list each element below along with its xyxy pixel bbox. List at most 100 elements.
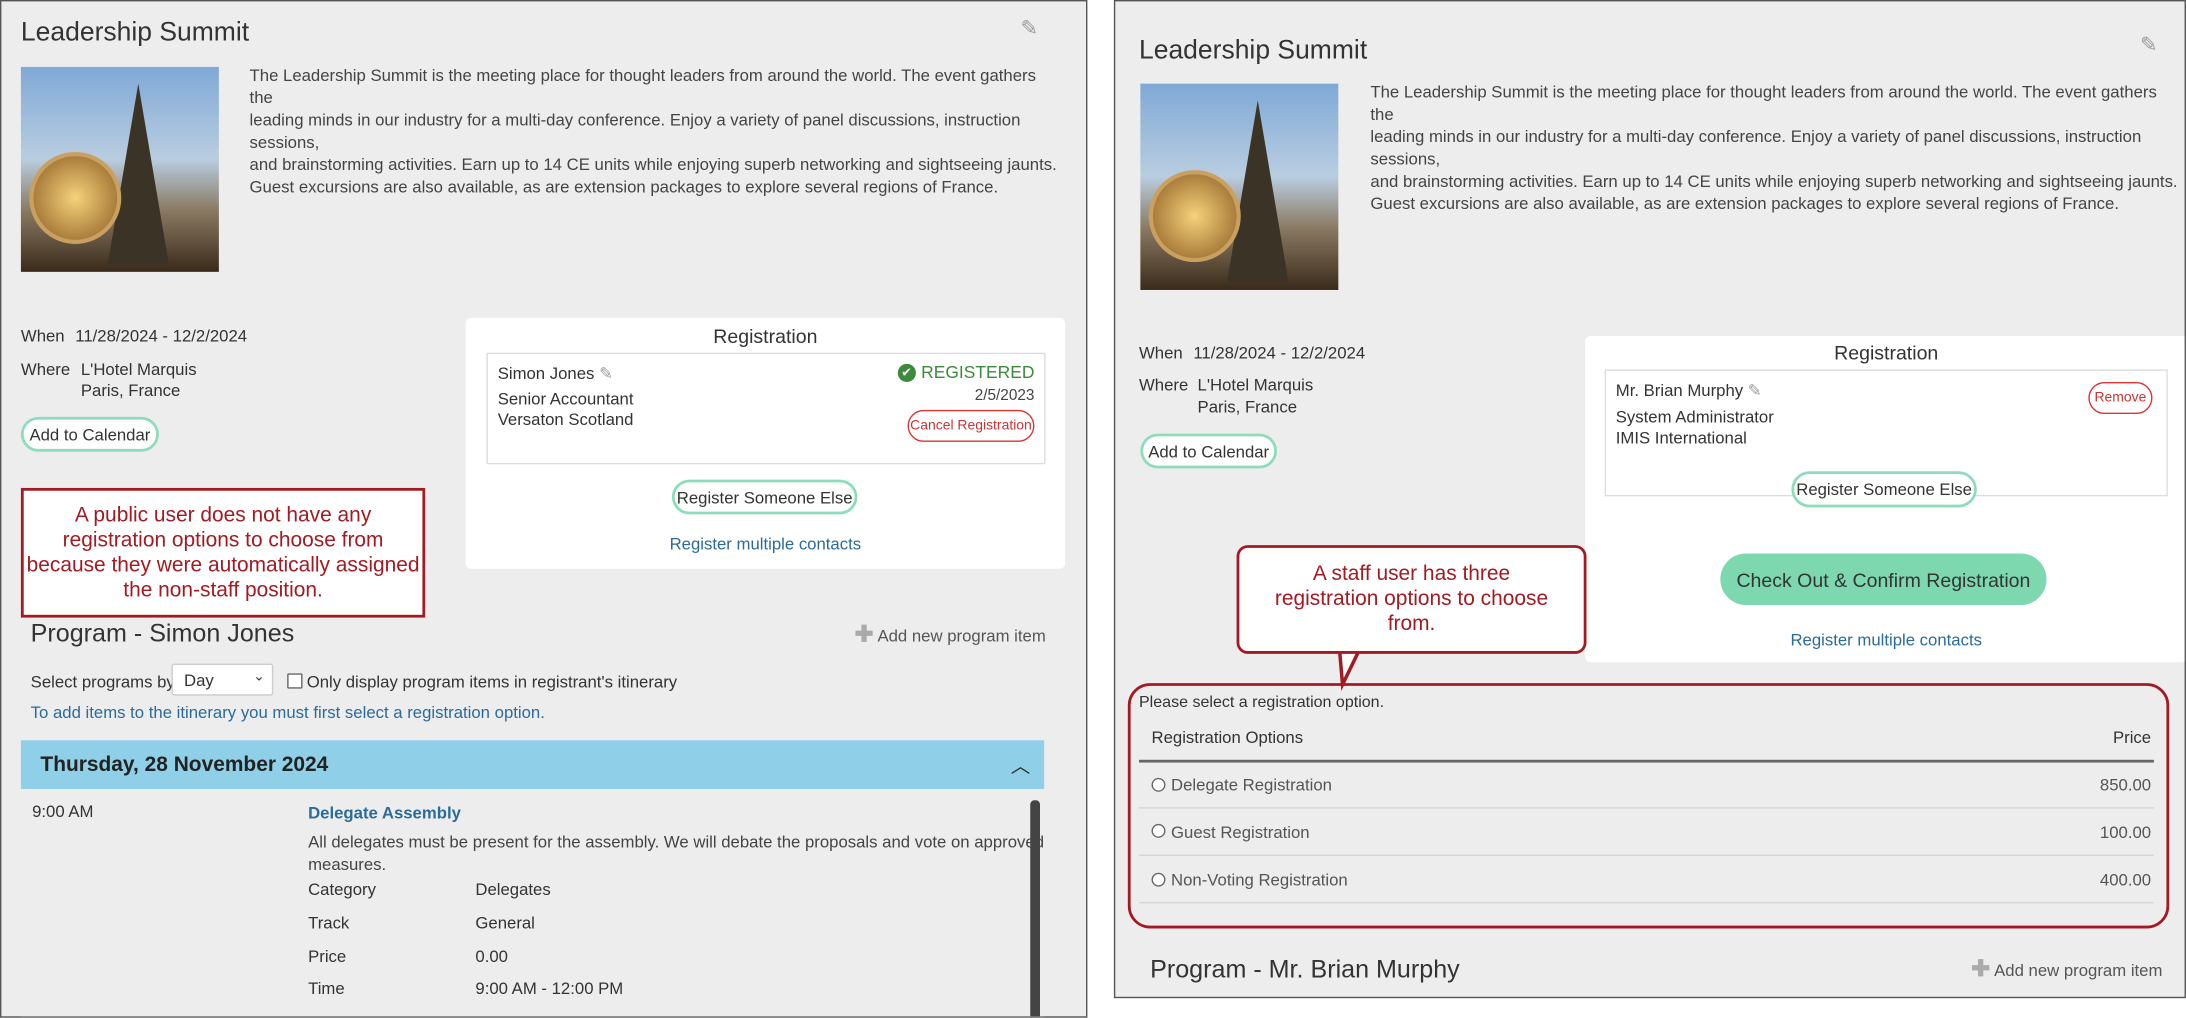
- row-divider: [1138, 807, 2154, 809]
- day-header[interactable]: Thursday, 28 November 2024 ︿: [20, 740, 1045, 790]
- header-divider: [1138, 759, 2154, 763]
- where-label: Where: [1138, 375, 1189, 395]
- add-to-calendar-button[interactable]: Add to Calendar: [20, 416, 159, 452]
- when-value: 11/28/2024 - 12/2/2024: [1193, 342, 1366, 363]
- when-label: When: [20, 326, 65, 346]
- option-price: 100.00: [2099, 822, 2152, 843]
- staff-user-panel: Leadership Summit ✎ The Leadership Summi…: [1113, 0, 2186, 999]
- field-label: Price: [308, 946, 347, 967]
- event-image: [20, 66, 219, 272]
- registrant-job-title: System Administrator: [1615, 407, 1774, 427]
- day-header-label: Thursday, 28 November 2024: [40, 752, 329, 777]
- description-line: Guest excursions are also available, as …: [1370, 193, 2119, 214]
- event-description: The Leadership Summit is the meeting pla…: [1370, 81, 2179, 215]
- registrant-box: Simon Jones ✎ Senior Accountant Versaton…: [486, 352, 1046, 465]
- where-venue: L'Hotel Marquis: [80, 359, 197, 380]
- add-to-calendar-button[interactable]: Add to Calendar: [1140, 433, 1277, 469]
- registrant-name: Simon Jones: [497, 363, 595, 384]
- registrant-organization: Versaton Scotland: [497, 409, 634, 430]
- register-someone-else-button[interactable]: Register Someone Else: [1791, 471, 1977, 508]
- register-multiple-contacts-link[interactable]: Register multiple contacts: [466, 534, 1065, 554]
- add-program-item-label: Add new program item: [877, 625, 1046, 646]
- cancel-registration-button[interactable]: Cancel Registration: [907, 409, 1035, 442]
- edit-pencil-icon[interactable]: ✎: [1020, 15, 1038, 41]
- where-label: Where: [20, 359, 71, 380]
- option-price: 400.00: [2099, 869, 2152, 890]
- select-programs-label: Select programs by: [30, 671, 175, 692]
- when-label: When: [1138, 342, 1183, 363]
- field-value: General: [475, 913, 535, 933]
- plus-icon: ✚: [854, 623, 874, 647]
- registrant-job-title: Senior Accountant: [497, 388, 634, 409]
- description-line: and brainstorming activities. Earn up to…: [249, 154, 1057, 175]
- option-radio[interactable]: [1151, 777, 1166, 792]
- registration-options-highlight: [1127, 683, 2170, 929]
- program-item-list: 9:00 AM Delegate Assembly All delegates …: [20, 789, 1045, 1017]
- field-value: 0.00: [475, 946, 508, 967]
- description-line: leading minds in our industry for a mult…: [249, 110, 1021, 152]
- description-line: All delegates must be present for the as…: [308, 832, 1045, 852]
- registered-status: REGISTERED: [921, 362, 1035, 382]
- event-title: Leadership Summit: [20, 18, 250, 48]
- field-value: Delegates: [475, 879, 551, 900]
- plus-icon: ✚: [1971, 957, 1990, 982]
- description-line: The Leadership Summit is the meeting pla…: [1370, 82, 2157, 125]
- program-item-time: 9:00 AM: [32, 801, 94, 822]
- add-new-program-item-button[interactable]: ✚ Add new program item: [1971, 955, 2162, 983]
- register-multiple-contacts-link[interactable]: Register multiple contacts: [1585, 630, 2184, 650]
- remove-registrant-button[interactable]: Remove: [2088, 381, 2153, 415]
- itinerary-only-label: Only display program items in registrant…: [306, 671, 678, 692]
- registrant-organization: IMIS International: [1615, 427, 1747, 448]
- registration-date: 2/5/2023: [974, 387, 1035, 405]
- event-description: The Leadership Summit is the meeting pla…: [250, 64, 1059, 198]
- select-registration-prompt: Please select a registration option.: [1138, 694, 1385, 711]
- when-value: 11/28/2024 - 12/2/2024: [75, 326, 248, 346]
- select-programs-dropdown[interactable]: Day ⌄: [171, 663, 274, 696]
- annotation-callout: A staff user has three registration opti…: [1236, 545, 1587, 654]
- registration-title: Registration: [713, 324, 818, 348]
- annotation-callout: A public user does not have any registra…: [20, 487, 426, 618]
- registration-title: Registration: [1834, 341, 1939, 364]
- price-header: Price: [2112, 727, 2152, 748]
- event-image: [1140, 83, 1339, 290]
- option-label: Delegate Registration: [1171, 775, 1332, 795]
- option-label: Guest Registration: [1171, 822, 1310, 843]
- description-line: and brainstorming activities. Earn up to…: [1370, 171, 2178, 191]
- option-radio[interactable]: [1151, 823, 1166, 838]
- program-title: Program - Mr. Brian Murphy: [1150, 954, 1460, 983]
- itinerary-notice: To add items to the itinerary you must f…: [30, 702, 545, 723]
- option-radio[interactable]: [1151, 872, 1166, 887]
- registrant-name: Mr. Brian Murphy: [1615, 380, 1744, 401]
- register-someone-else-button[interactable]: Register Someone Else: [671, 479, 858, 515]
- select-value: Day: [184, 670, 214, 691]
- checkout-confirm-registration-button[interactable]: Check Out & Confirm Registration: [1720, 553, 2047, 606]
- registration-options-header: Registration Options: [1151, 727, 1304, 748]
- chevron-down-icon: ⌄: [253, 669, 265, 685]
- program-title: Program - Simon Jones: [30, 618, 295, 647]
- edit-pencil-icon[interactable]: ✎: [1748, 381, 1762, 401]
- field-label: Time: [308, 978, 345, 999]
- public-user-panel: Leadership Summit ✎ The Leadership Summi…: [0, 0, 1088, 1018]
- where-venue: L'Hotel Marquis: [1197, 375, 1314, 395]
- where-city: Paris, France: [80, 380, 181, 401]
- chevron-up-icon[interactable]: ︿: [1011, 751, 1031, 779]
- edit-pencil-icon[interactable]: ✎: [2140, 32, 2158, 57]
- option-label: Non-Voting Registration: [1171, 869, 1348, 890]
- scrollbar[interactable]: [1030, 800, 1040, 1017]
- check-circle-icon: ✔: [897, 363, 916, 382]
- description-line: measures.: [308, 854, 387, 875]
- program-item-description: All delegates must be present for the as…: [308, 831, 1044, 876]
- add-program-item-label: Add new program item: [1994, 960, 2163, 981]
- edit-pencil-icon[interactable]: ✎: [599, 364, 613, 384]
- registration-card: Registration Mr. Brian Murphy ✎ System A…: [1585, 335, 2185, 663]
- event-title: Leadership Summit: [1138, 36, 1368, 66]
- program-item-title[interactable]: Delegate Assembly: [308, 803, 461, 823]
- description-line: leading minds in our industry for a mult…: [1370, 126, 2142, 169]
- itinerary-only-checkbox[interactable]: [287, 673, 303, 689]
- registration-card: Registration Simon Jones ✎ Senior Accoun…: [465, 317, 1066, 569]
- add-new-program-item-button[interactable]: ✚ Add new program item: [855, 620, 1046, 648]
- row-divider: [1138, 901, 2154, 904]
- field-label: Category: [308, 879, 376, 900]
- description-line: Guest excursions are also available, as …: [249, 177, 999, 197]
- description-line: The Leadership Summit is the meeting pla…: [249, 65, 1036, 108]
